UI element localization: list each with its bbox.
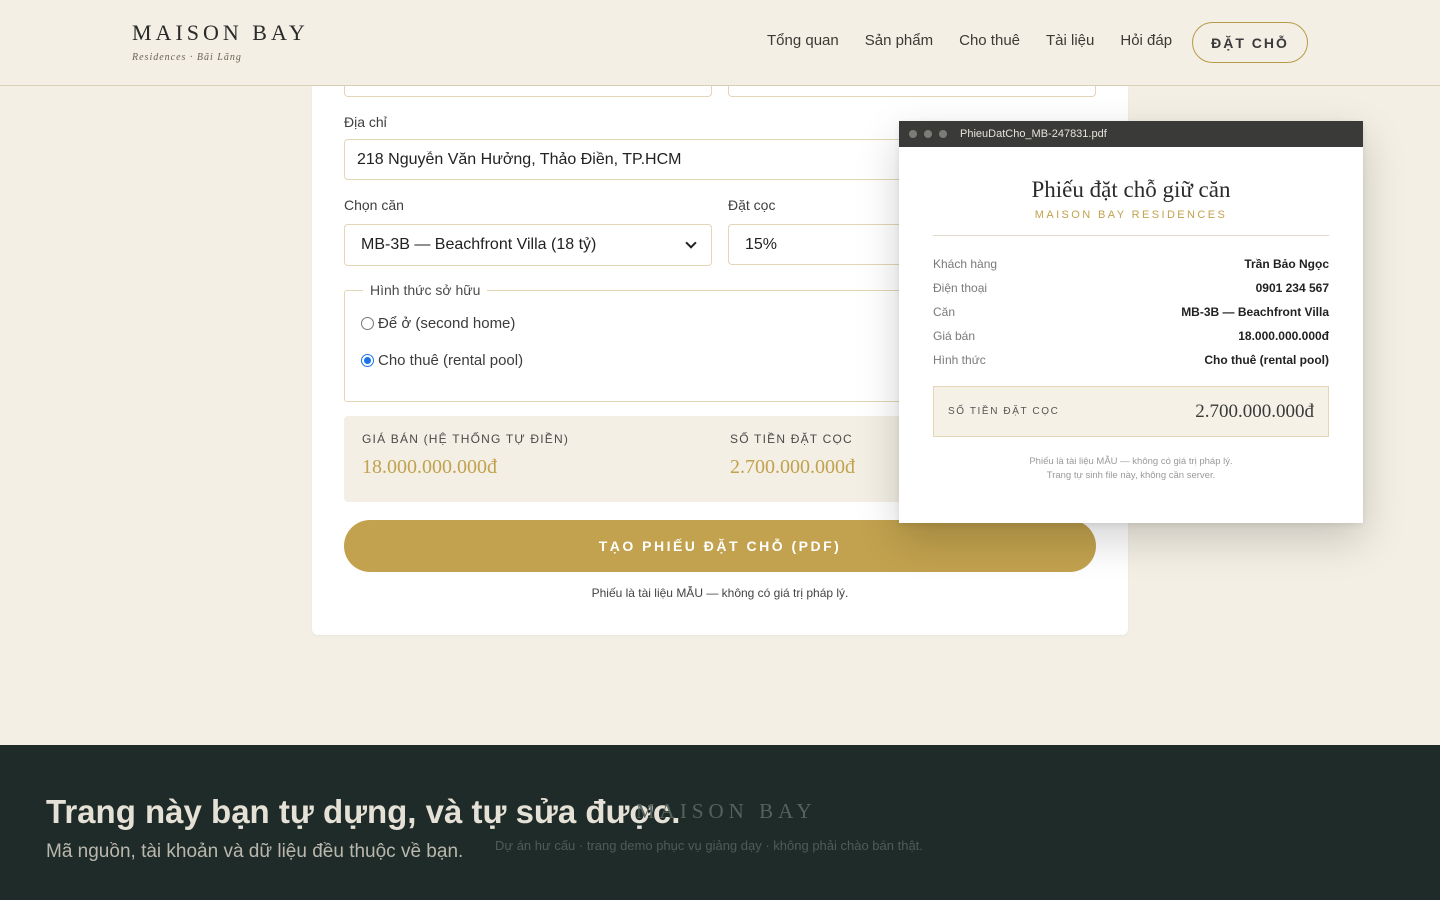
site-footer: Trang này bạn tự dựng, và tự sửa được. M… [0, 745, 1440, 900]
nav-item-faq[interactable]: Hỏi đáp [1120, 32, 1172, 49]
pdf-note-line: Trang tự sinh file này, không cần server… [1046, 470, 1216, 481]
pdf-deposit-label: SỐ TIỀN ĐẶT CỌC [948, 406, 1060, 417]
row-key: Hình thức [933, 353, 986, 367]
unit-select[interactable]: MB-3B — Beachfront Villa (18 tỷ) [344, 224, 712, 266]
pdf-row-price: Giá bán 18.000.000.000đ [933, 324, 1329, 348]
pdf-row-customer: Khách hàng Trần Bảo Ngọc [933, 252, 1329, 276]
reserve-button[interactable]: ĐẶT CHỖ [1192, 22, 1308, 63]
footer-subline: Mã nguồn, tài khoản và dữ liệu đều thuộc… [46, 841, 464, 862]
footer-headline: Trang này bạn tự dựng, và tự sửa được. [46, 793, 681, 830]
price-label: GIÁ BÁN (HỆ THỐNG TỰ ĐIỀN) [362, 432, 570, 446]
deposit-amount-value: 2.700.000.000đ [730, 456, 855, 478]
row-value: MB-3B — Beachfront Villa [1181, 305, 1329, 319]
pdf-brand: MAISON BAY RESIDENCES [1034, 209, 1228, 221]
row-key: Giá bán [933, 329, 976, 343]
pdf-preview-window: PhieuDatCho_MB-247831.pdf Phiếu đặt chỗ … [899, 121, 1363, 523]
unit-label: Chọn căn [344, 197, 404, 213]
chevron-down-icon [685, 237, 697, 249]
pdf-deposit-value: 2.700.000.000đ [1195, 400, 1314, 422]
create-pdf-button[interactable]: TẠO PHIẾU ĐẶT CHỖ (PDF) [344, 520, 1096, 572]
footer-brand: MAISON BAY [636, 799, 817, 823]
row-value: Cho thuê (rental pool) [1204, 353, 1329, 367]
radio-button-checked[interactable] [361, 354, 374, 367]
main-nav: Tổng quan Sản phẩm Cho thuê Tài liệu Hỏi… [767, 32, 1172, 49]
radio-button[interactable] [361, 317, 374, 330]
row-value: Trần Bảo Ngọc [1244, 257, 1329, 271]
row-key: Căn [933, 305, 956, 319]
name-field-partial[interactable] [344, 86, 712, 97]
nav-item-documents[interactable]: Tài liệu [1046, 32, 1094, 49]
price-value: 18.000.000.000đ [362, 456, 497, 478]
pdf-deposit-box: SỐ TIỀN ĐẶT CỌC 2.700.000.000đ [933, 386, 1329, 437]
pdf-title: Phiếu đặt chỗ giữ căn [1031, 177, 1231, 202]
radio-rental-pool[interactable]: Cho thuê (rental pool) [361, 352, 523, 369]
pdf-note-line: Phiếu là tài liệu MẪU — không có giá trị… [1029, 456, 1233, 467]
phone-field-partial[interactable] [728, 86, 1096, 97]
brand-subtitle: Residences · Bãi Lãng [132, 52, 242, 63]
row-key: Khách hàng [933, 257, 998, 271]
pdf-details: Khách hàng Trần Bảo Ngọc Điện thoại 0901… [933, 252, 1329, 372]
radio-label: Để ở (second home) [378, 315, 516, 332]
footer-disclaimer: Dự án hư cấu · trang demo phục vụ giảng … [495, 838, 923, 853]
brand-name: MAISON BAY [132, 20, 309, 45]
brand-logo[interactable]: MAISON BAY Residences · Bãi Lãng [132, 20, 309, 63]
pdf-row-ownership: Hình thức Cho thuê (rental pool) [933, 348, 1329, 372]
deposit-label: Đặt cọc [728, 197, 776, 213]
pdf-row-phone: Điện thoại 0901 234 567 [933, 276, 1329, 300]
row-value: 0901 234 567 [1255, 281, 1329, 295]
ownership-legend: Hình thức sở hữu [363, 282, 488, 298]
row-key: Điện thoại [933, 281, 988, 295]
pdf-row-unit: Căn MB-3B — Beachfront Villa [933, 300, 1329, 324]
nav-item-products[interactable]: Sản phẩm [865, 32, 933, 49]
address-label: Địa chỉ [344, 114, 387, 130]
deposit-amount-label: SỐ TIỀN ĐẶT CỌC [730, 432, 853, 446]
pdf-body: Phiếu đặt chỗ giữ căn MAISON BAY RESIDEN… [899, 177, 1363, 483]
pdf-divider [933, 235, 1329, 236]
radio-second-home[interactable]: Để ở (second home) [361, 315, 515, 332]
form-disclaimer: Phiếu là tài liệu MẪU — không có giá trị… [591, 586, 849, 600]
nav-item-overview[interactable]: Tổng quan [767, 32, 839, 49]
row-value: 18.000.000.000đ [1238, 329, 1329, 343]
site-header: MAISON BAY Residences · Bãi Lãng Tổng qu… [0, 0, 1440, 86]
pdf-titlebar: PhieuDatCho_MB-247831.pdf [899, 121, 1363, 147]
window-dot-icon [909, 130, 917, 138]
radio-label: Cho thuê (rental pool) [378, 352, 524, 369]
pdf-filename: PhieuDatCho_MB-247831.pdf [960, 128, 1107, 140]
pdf-note: Phiếu là tài liệu MẪU — không có giá trị… [933, 455, 1329, 483]
nav-item-rental[interactable]: Cho thuê [959, 32, 1020, 49]
unit-select-value: MB-3B — Beachfront Villa (18 tỷ) [361, 236, 597, 253]
window-dot-icon [924, 130, 932, 138]
window-dot-icon [939, 130, 947, 138]
